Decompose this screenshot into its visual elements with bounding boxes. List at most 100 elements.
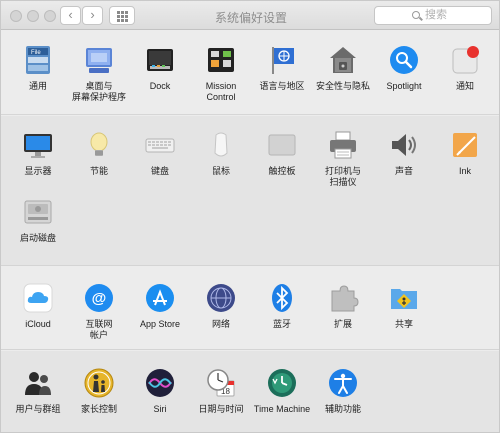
pref-pane-label: 语言与地区 xyxy=(259,81,305,91)
spotlight-icon xyxy=(388,44,420,76)
pref-pane-siri[interactable]: Siri xyxy=(128,367,192,415)
pref-pane-label: 触控板 xyxy=(268,166,296,176)
pref-pane-desktop[interactable]: 桌面与 屏幕保护程序 xyxy=(67,44,131,103)
app-store-icon xyxy=(144,282,176,314)
section-system: 用户与群组 家长控制 Siri 18 日期与时间 Time Machine 辅助功能 xyxy=(1,351,499,432)
pref-pane-energy-saver[interactable]: 节能 xyxy=(67,129,131,177)
extensions-icon xyxy=(327,282,359,314)
pref-pane-label: 节能 xyxy=(89,166,108,176)
time-machine-icon xyxy=(266,367,298,399)
mission-control-icon xyxy=(205,44,237,76)
general-icon: File xyxy=(22,44,54,76)
pref-pane-label: Mission Control xyxy=(205,81,237,102)
pref-pane-label: 共享 xyxy=(394,319,413,329)
pref-pane-label: Ink xyxy=(458,166,471,176)
pref-pane-label: 鼠标 xyxy=(211,166,230,176)
pref-pane-label: 桌面与 屏幕保护程序 xyxy=(71,81,126,102)
mouse-icon xyxy=(205,129,237,161)
pref-pane-notifications[interactable]: 通知 xyxy=(433,44,497,92)
section-personal: File 通用 桌面与 屏幕保护程序 Dock Mission Control 语言与地区 安全… xyxy=(1,31,499,115)
pref-pane-date-time[interactable]: 18 日期与时间 xyxy=(189,367,253,415)
pref-pane-trackpad[interactable]: 触控板 xyxy=(250,129,314,177)
pref-pane-extensions[interactable]: 扩展 xyxy=(311,282,375,330)
date-time-icon: 18 xyxy=(205,367,237,399)
printer-icon xyxy=(327,129,359,161)
section-hardware: 显示器 节能 键盘 鼠标 触控板 打印机与 扫描仪 声音 Ink 启动磁盘 xyxy=(1,116,499,266)
display-icon xyxy=(22,129,54,161)
title-bar: ‹ › 系统偏好设置 搜索 xyxy=(1,1,499,30)
pref-pane-startup-disk[interactable]: 启动磁盘 xyxy=(6,196,70,244)
pref-pane-label: Spotlight xyxy=(386,81,422,91)
pref-pane-label: Time Machine xyxy=(253,404,311,414)
language-region-icon xyxy=(266,44,298,76)
pref-pane-label: 声音 xyxy=(394,166,413,176)
pref-pane-label: Dock xyxy=(149,81,171,91)
pref-pane-time-machine[interactable]: Time Machine xyxy=(250,367,314,415)
pref-pane-language-region[interactable]: 语言与地区 xyxy=(250,44,314,92)
pref-pane-label: 日期与时间 xyxy=(198,404,244,414)
pref-pane-label: 互联网 帐户 xyxy=(85,319,113,340)
sound-icon xyxy=(388,129,420,161)
pref-pane-app-store[interactable]: App Store xyxy=(128,282,192,330)
pref-pane-sharing[interactable]: 共享 xyxy=(372,282,436,330)
parental-controls-icon xyxy=(83,367,115,399)
pref-pane-label: 通用 xyxy=(28,81,47,91)
section-internet: iCloud @ 互联网 帐户 App Store 网络 蓝牙 扩展 共享 xyxy=(1,267,499,350)
pref-pane-network[interactable]: 网络 xyxy=(189,282,253,330)
pref-pane-printer[interactable]: 打印机与 扫描仪 xyxy=(311,129,375,188)
pref-pane-label: 用户与群组 xyxy=(15,404,61,414)
energy-saver-icon xyxy=(83,129,115,161)
security-icon xyxy=(327,44,359,76)
pref-pane-label: 辅助功能 xyxy=(324,404,361,414)
pref-pane-mouse[interactable]: 鼠标 xyxy=(189,129,253,177)
internet-accounts-icon: @ xyxy=(83,282,115,314)
svg-text:@: @ xyxy=(92,290,107,307)
pref-pane-label: 蓝牙 xyxy=(272,319,291,329)
pref-pane-ink[interactable]: Ink xyxy=(433,129,497,177)
system-preferences-window: ‹ › 系统偏好设置 搜索 File 通用 桌面与 屏幕保护程序 Dock Mission… xyxy=(0,0,500,433)
pref-pane-mission-control[interactable]: Mission Control xyxy=(189,44,253,103)
trackpad-icon xyxy=(266,129,298,161)
pref-pane-keyboard[interactable]: 键盘 xyxy=(128,129,192,177)
pref-pane-spotlight[interactable]: Spotlight xyxy=(372,44,436,92)
pref-pane-general[interactable]: File 通用 xyxy=(6,44,70,92)
pref-pane-security[interactable]: 安全性与隐私 xyxy=(311,44,375,92)
bluetooth-icon xyxy=(266,282,298,314)
icloud-icon xyxy=(22,282,54,314)
network-icon xyxy=(205,282,237,314)
pref-pane-sound[interactable]: 声音 xyxy=(372,129,436,177)
pref-pane-display[interactable]: 显示器 xyxy=(6,129,70,177)
pref-pane-internet-accounts[interactable]: @ 互联网 帐户 xyxy=(67,282,131,341)
pref-pane-label: 键盘 xyxy=(150,166,169,176)
pref-pane-label: 通知 xyxy=(455,81,474,91)
pref-pane-parental-controls[interactable]: 家长控制 xyxy=(67,367,131,415)
pref-pane-label: 网络 xyxy=(211,319,230,329)
startup-disk-icon xyxy=(22,196,54,228)
pref-pane-bluetooth[interactable]: 蓝牙 xyxy=(250,282,314,330)
search-placeholder: 搜索 xyxy=(425,9,447,21)
search-icon xyxy=(412,11,420,19)
dock-icon xyxy=(144,44,176,76)
pref-pane-label: 显示器 xyxy=(24,166,52,176)
pref-pane-label: App Store xyxy=(139,319,181,329)
sharing-icon xyxy=(388,282,420,314)
pref-pane-users-groups[interactable]: 用户与群组 xyxy=(6,367,70,415)
pref-pane-accessibility[interactable]: 辅助功能 xyxy=(311,367,375,415)
pref-pane-label: Siri xyxy=(153,404,167,414)
pref-pane-label: iCloud xyxy=(25,319,51,329)
pref-pane-label: 启动磁盘 xyxy=(19,233,56,243)
pref-pane-label: 安全性与隐私 xyxy=(315,81,370,91)
keyboard-icon xyxy=(144,129,176,161)
users-groups-icon xyxy=(22,367,54,399)
accessibility-icon xyxy=(327,367,359,399)
desktop-icon xyxy=(83,44,115,76)
ink-icon xyxy=(449,129,481,161)
pref-pane-icloud[interactable]: iCloud xyxy=(6,282,70,330)
notifications-icon xyxy=(449,44,481,76)
svg-text:File: File xyxy=(31,50,41,56)
pref-pane-dock[interactable]: Dock xyxy=(128,44,192,92)
pref-pane-label: 打印机与 扫描仪 xyxy=(324,166,361,187)
search-input[interactable]: 搜索 xyxy=(374,6,492,25)
siri-icon xyxy=(144,367,176,399)
pref-pane-label: 家长控制 xyxy=(80,404,117,414)
